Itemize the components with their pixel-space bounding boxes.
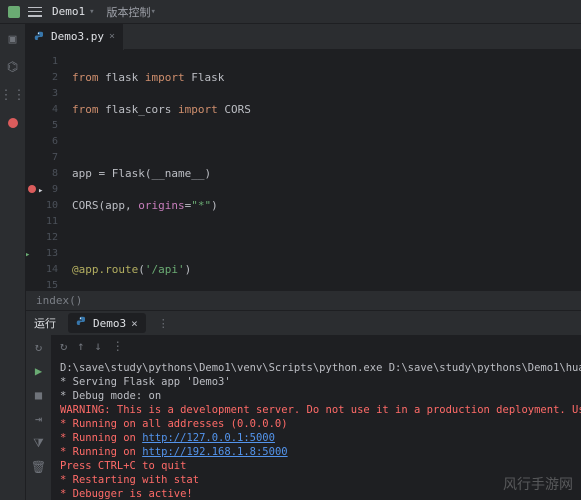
close-icon[interactable]: ×	[131, 317, 138, 330]
run-panel-header: 运行 Demo3 × ⋮	[26, 311, 581, 335]
code-area[interactable]: from flask import Flask from flask_cors …	[64, 50, 581, 290]
editor-tab[interactable]: Demo3.py ×	[26, 24, 124, 50]
line-number: 1	[26, 54, 58, 70]
stop-icon[interactable]: ■	[31, 387, 47, 403]
tab-filename: Demo3.py	[51, 30, 104, 43]
editor-tabs: Demo3.py ×	[26, 24, 581, 50]
line-number: 14	[26, 262, 58, 278]
run-gutter-icon[interactable]: ▶	[26, 247, 29, 263]
console-line: * Debug mode: on	[60, 389, 573, 403]
line-number: 3	[26, 86, 58, 102]
line-number: 2	[26, 70, 58, 86]
run-panel: 运行 Demo3 × ⋮ ↻ ▶ ■ ⇥ ⧩ 🗑	[26, 310, 581, 500]
step-icon[interactable]: ⇥	[31, 411, 47, 427]
filter-icon[interactable]: ⧩	[31, 435, 47, 451]
titlebar: Demo1 ▾ 版本控制 ▾	[0, 0, 581, 24]
tool-sidebar: ▣ ⌬ ⋮⋮	[0, 24, 26, 500]
line-number: 8	[26, 166, 58, 182]
line-number: 15	[26, 278, 58, 290]
close-icon[interactable]: ×	[109, 31, 115, 42]
project-name[interactable]: Demo1	[52, 5, 85, 18]
python-file-icon	[34, 31, 46, 43]
console-line: * Running on http://192.168.1.8:5000	[60, 445, 573, 459]
rerun-icon[interactable]: ↻	[60, 339, 67, 353]
line-number: 7	[26, 150, 58, 166]
menu-icon[interactable]	[28, 7, 42, 17]
run-toolbar: ↻ ▶ ■ ⇥ ⧩ 🗑	[26, 335, 52, 500]
version-control-label[interactable]: 版本控制	[107, 4, 151, 20]
line-number: ▸9	[26, 182, 58, 198]
chevron-down-icon[interactable]: ▾	[151, 7, 156, 17]
structure-icon[interactable]: ⌬	[4, 58, 22, 76]
console-line: * Running on http://127.0.0.1:5000	[60, 431, 573, 445]
line-number: 6	[26, 134, 58, 150]
console-toolbar: ↻ ↑ ↓ ⋮	[52, 335, 581, 357]
console-line: * Running on all addresses (0.0.0.0)	[60, 417, 573, 431]
app-icon	[8, 6, 20, 18]
chevron-down-icon[interactable]: ▾	[89, 7, 94, 17]
run-label[interactable]: 运行	[34, 315, 56, 331]
run-icon[interactable]: ▶	[31, 363, 47, 379]
folder-icon[interactable]: ▣	[4, 30, 22, 48]
url-link[interactable]: http://127.0.0.1:5000	[142, 432, 275, 444]
python-file-icon	[76, 316, 88, 331]
more-icon[interactable]: ⋮	[158, 317, 169, 330]
line-number: 10	[26, 198, 58, 214]
breakpoint-marker-icon[interactable]	[28, 185, 36, 193]
gutter: 1 2 3 4 5 6 7 8 ▸9 10 11 12 ▶13 14 15	[26, 50, 64, 290]
console-line: * Restarting with stat	[60, 473, 573, 487]
url-link[interactable]: http://192.168.1.8:5000	[142, 446, 287, 458]
run-config-tab[interactable]: Demo3 ×	[68, 313, 146, 333]
line-number: ▶13	[26, 246, 58, 262]
breadcrumb-item[interactable]: index()	[36, 294, 82, 307]
console-line: * Serving Flask app 'Demo3'	[60, 375, 573, 389]
console-line: D:\save\study\pythons\Demo1\venv\Scripts…	[60, 361, 573, 375]
more-icon[interactable]: ⋮	[112, 339, 124, 353]
console-line: WARNING: This is a development server. D…	[60, 403, 573, 417]
line-number: 12	[26, 230, 58, 246]
line-number: 11	[26, 214, 58, 230]
console-line: Press CTRL+C to quit	[60, 459, 573, 473]
console-output[interactable]: D:\save\study\pythons\Demo1\venv\Scripts…	[52, 357, 581, 500]
execution-arrow-icon: ▸	[38, 183, 43, 199]
code-editor[interactable]: 1 2 3 4 5 6 7 8 ▸9 10 11 12 ▶13 14 15 fr…	[26, 50, 581, 290]
console-line: * Debugger is active!	[60, 487, 573, 500]
line-number: 5	[26, 118, 58, 134]
delete-icon[interactable]: 🗑	[31, 459, 47, 475]
run-config-name: Demo3	[93, 317, 126, 330]
restart-icon[interactable]: ↻	[31, 339, 47, 355]
scroll-up-icon[interactable]: ↑	[77, 339, 84, 353]
breadcrumb[interactable]: index()	[26, 290, 581, 310]
line-number: 4	[26, 102, 58, 118]
breakpoint-icon[interactable]	[4, 114, 22, 132]
bookmarks-icon[interactable]: ⋮⋮	[4, 86, 22, 104]
scroll-down-icon[interactable]: ↓	[94, 339, 101, 353]
